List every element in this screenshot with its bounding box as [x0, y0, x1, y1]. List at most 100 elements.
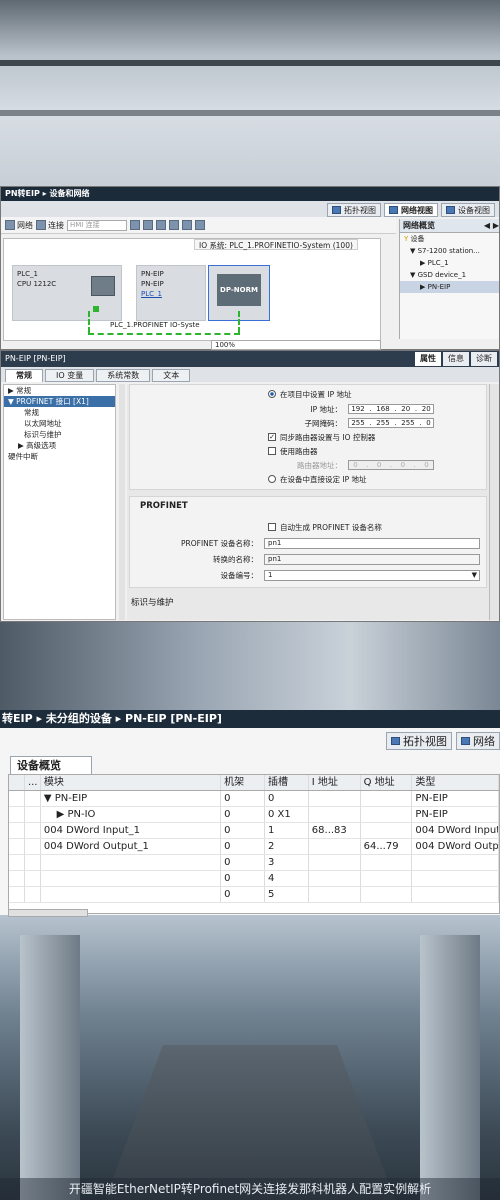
column-header[interactable]: ... — [25, 775, 41, 790]
tree-item-general-sub[interactable]: 常规 — [4, 407, 115, 418]
table-row[interactable]: 04 — [9, 871, 499, 887]
table-cell: 5 — [265, 887, 309, 902]
use-router-row[interactable]: 使用路由器 — [130, 445, 486, 457]
column-header[interactable]: I 地址 — [309, 775, 361, 790]
factory-line-photo — [0, 622, 500, 710]
tab-network[interactable]: 网络 — [456, 732, 500, 750]
converted-name-row: 转换的名称： pn1 — [130, 553, 486, 565]
sync-router-row[interactable]: ✓ 同步路由器设置与 IO 控制器 — [130, 431, 486, 443]
table-row[interactable]: 004 DWord Input_1 0 1 68...83 004 DWord Inpu… — [9, 823, 499, 839]
tree-item-advanced[interactable]: ▶ 高级选项 — [4, 440, 115, 451]
column-header[interactable]: 类型 — [412, 775, 499, 790]
column-header[interactable]: 模块 — [41, 775, 222, 790]
pneip-type: PN-EIP — [141, 280, 164, 288]
tab-diagnostics[interactable]: 诊断 — [471, 352, 497, 366]
ip-address-input[interactable]: 192. 168. 20. 20 — [348, 404, 434, 414]
table-cell — [25, 855, 41, 870]
tree-item-identification[interactable]: 标识与维护 — [4, 429, 115, 440]
auto-name-checkbox[interactable] — [268, 523, 276, 531]
horizontal-scrollbar[interactable] — [8, 909, 88, 917]
dp-norm-label: DP-NORM — [217, 274, 261, 306]
table-cell — [309, 855, 361, 870]
connect-button[interactable]: 连接 — [36, 220, 64, 231]
router-address-input[interactable]: 0.0.0.0 — [348, 460, 434, 470]
tab-info[interactable]: 信息 — [443, 352, 469, 366]
zoom-icon[interactable] — [195, 220, 205, 230]
tab-system-constants[interactable]: 系统常数 — [96, 369, 151, 382]
table-cell — [9, 871, 25, 886]
ip-mode-project-row[interactable]: 在项目中设置 IP 地址 — [130, 388, 486, 400]
property-sheet: 在项目中设置 IP 地址 IP 地址： 192. 168. 20. 20 子网掩码： … — [127, 384, 489, 620]
link-icon — [36, 220, 46, 230]
tree-item-general[interactable]: ▶ 常规 — [4, 385, 115, 396]
list-icon[interactable] — [182, 220, 192, 230]
tab-topology[interactable]: 拓扑视图 — [386, 732, 452, 750]
column-header[interactable]: 插槽 — [265, 775, 309, 790]
tab-topology[interactable]: 拓扑视图 — [327, 203, 381, 217]
ip-mode-device-radio[interactable] — [268, 475, 276, 483]
layout-icon[interactable] — [156, 220, 166, 230]
table-cell: 004 DWord Output_1 — [41, 839, 222, 854]
tab-network[interactable]: 网络视图 — [384, 203, 438, 217]
subnet-mask-input[interactable]: 255. 255. 255. 0 — [348, 418, 434, 428]
table-cell: 68...83 — [309, 823, 361, 838]
device-number-row: 设备编号： 1 ▼ — [130, 569, 486, 581]
device-number-select[interactable]: 1 ▼ — [264, 569, 480, 581]
table-row[interactable]: 05 — [9, 887, 499, 903]
chevron-down-icon[interactable]: ▼ — [472, 571, 477, 580]
overview-row[interactable]: ▶ PN-EIP — [400, 281, 499, 293]
tab-properties[interactable]: 属性 — [415, 352, 441, 366]
properties-icon[interactable] — [130, 220, 140, 230]
table-row[interactable]: ▶ PN-IO 0 0 X1 PN-EIP — [9, 807, 499, 823]
auto-name-row[interactable]: 自动生成 PROFINET 设备名称 — [130, 521, 486, 533]
tree-item-hardware-interrupt[interactable]: 硬件中断 — [4, 451, 115, 462]
device-name-input[interactable]: pn1 — [264, 537, 480, 549]
tab-device[interactable]: 设备视图 — [441, 203, 495, 217]
ip-mode-project-radio[interactable] — [268, 390, 276, 398]
overview-row[interactable]: ▼ S7-1200 station... — [400, 245, 499, 257]
pneip-controller-link[interactable]: PLC_1 — [141, 289, 201, 299]
network-icon — [389, 206, 398, 214]
panel-splitter[interactable] — [119, 384, 125, 620]
tab-device-overview[interactable]: 设备概览 — [10, 756, 92, 774]
table-row[interactable]: 03 — [9, 855, 499, 871]
overview-row[interactable]: ▼ GSD device_1 — [400, 269, 499, 281]
scroll-arrows-icon[interactable]: ◀ ▶ — [484, 219, 499, 232]
network-canvas[interactable]: IO 系统: PLC_1.PROFINETIO-System (100) PLC… — [3, 238, 381, 341]
use-router-checkbox[interactable] — [268, 447, 276, 455]
table-cell: 004 DWord Output — [412, 839, 499, 854]
network-icon — [5, 220, 15, 230]
ip-mode-device-row[interactable]: 在设备中直接设定 IP 地址 — [130, 473, 486, 485]
status-icon[interactable] — [9, 775, 25, 790]
table-cell — [25, 839, 41, 854]
table-cell: 0 — [221, 855, 265, 870]
plc-device[interactable]: PLC_1 CPU 1212C — [12, 265, 122, 321]
column-header[interactable]: 机架 — [221, 775, 265, 790]
property-scrollbar[interactable] — [489, 384, 499, 620]
zoom-select[interactable]: 100% — [211, 340, 381, 350]
device-overview-table: ... 模块 机架 插槽 I 地址 Q 地址 类型 ▼ PN-EIP 0 0 PN-EIP ▶ PN… — [8, 774, 500, 914]
overview-row[interactable]: ▶ PLC_1 — [400, 257, 499, 269]
grid-icon[interactable] — [143, 220, 153, 230]
tree-item-ethernet-address[interactable]: 以太网地址 — [4, 418, 115, 429]
hmi-connection-select[interactable]: HMI 连接 — [67, 219, 127, 231]
tab-general[interactable]: 常规 — [5, 369, 43, 382]
network-button[interactable]: 网络 — [5, 220, 33, 231]
table-row[interactable]: 004 DWord Output_1 0 2 64...79 004 DWord Out… — [9, 839, 499, 855]
pneip-device[interactable]: PN-EIP PN-EIP PLC_1 — [136, 265, 206, 321]
network-toolbar: 网络 连接 HMI 连接 — [1, 217, 396, 234]
property-subtabs: 常规 IO 变量 系统常数 文本 — [1, 367, 499, 382]
table-cell: 0 — [221, 887, 265, 902]
plc-port[interactable] — [93, 306, 99, 312]
tab-io-tags[interactable]: IO 变量 — [45, 369, 95, 382]
ceiling-beam — [0, 110, 500, 116]
tab-network-overview[interactable]: 网络概览 ◀ ▶ — [400, 219, 499, 233]
network-name-label: PLC_1.PROFINET IO-Syste — [110, 321, 200, 329]
tab-texts[interactable]: 文本 — [152, 369, 191, 382]
table-cell: 004 DWord Input_1 — [41, 823, 222, 838]
table-icon[interactable] — [169, 220, 179, 230]
sync-router-checkbox[interactable]: ✓ — [268, 433, 276, 441]
column-header[interactable]: Q 地址 — [361, 775, 413, 790]
table-row[interactable]: ▼ PN-EIP 0 0 PN-EIP — [9, 791, 499, 807]
tree-item-profinet-interface[interactable]: ▼ PROFINET 接口 [X1] — [4, 396, 115, 407]
